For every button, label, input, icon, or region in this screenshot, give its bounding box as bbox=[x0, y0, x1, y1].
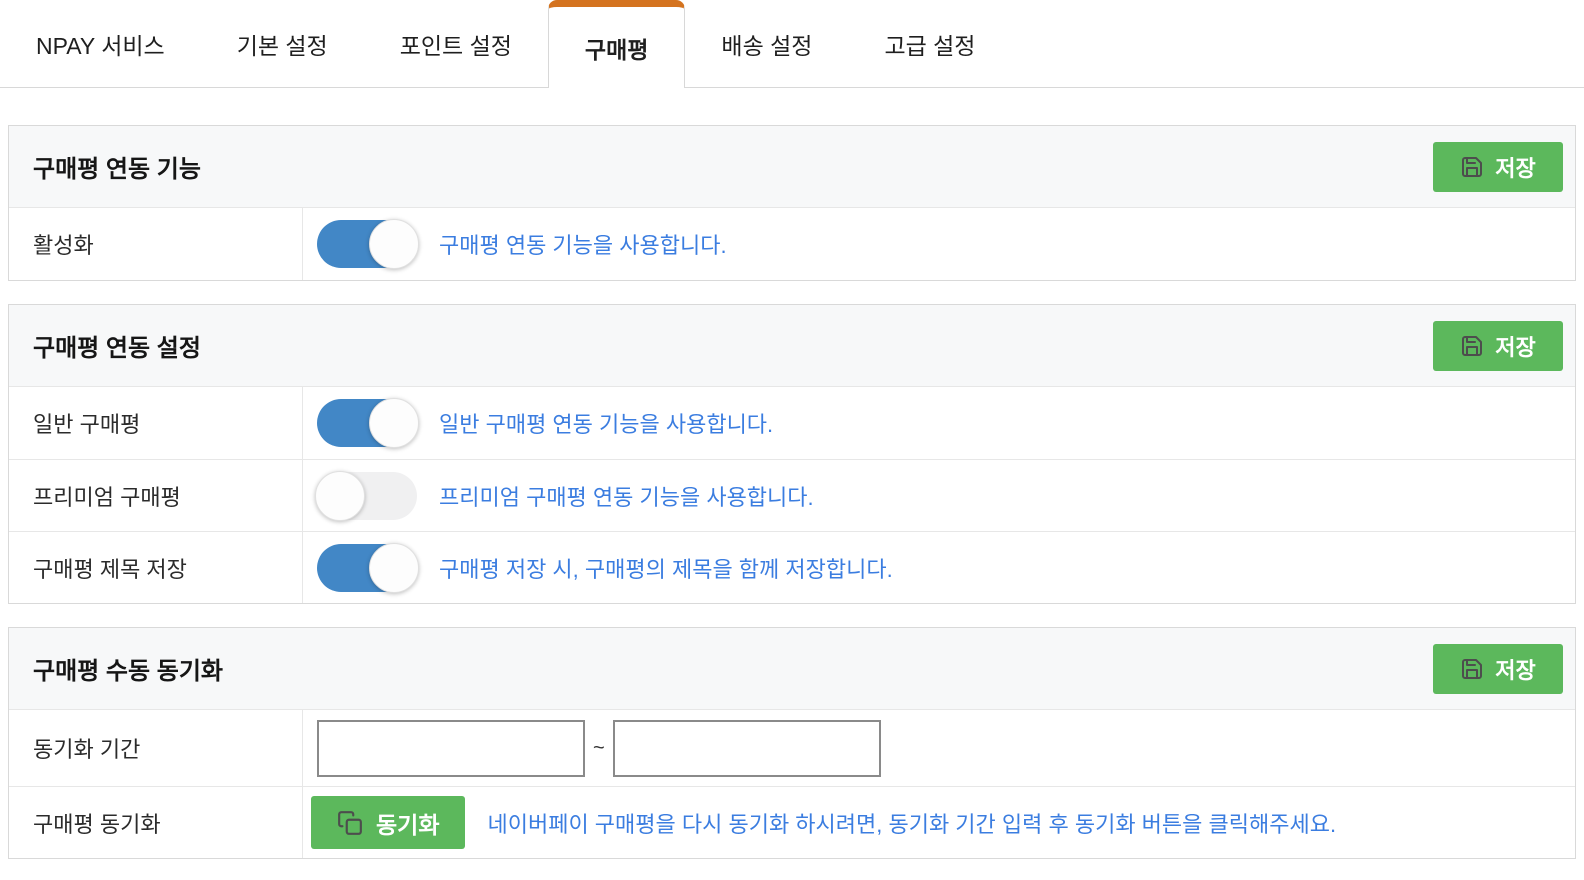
section-review-sync-settings: 구매평 연동 설정 저장 일반 구매평 일반 구매평 연동 기능을 사용합니다. bbox=[8, 304, 1576, 604]
setting-row-review-sync: 구매평 동기화 동기화 네이버페이 구매평을 다시 동기화 하시려면, 동기화 … bbox=[9, 786, 1575, 858]
setting-row-premium-review: 프리미엄 구매평 프리미엄 구매평 연동 기능을 사용합니다. bbox=[9, 459, 1575, 531]
settings-content: 구매평 연동 기능 저장 활성화 구매평 연동 기능을 사용합니다. 구매평 연… bbox=[8, 125, 1576, 859]
section-title: 구매평 연동 설정 bbox=[33, 335, 201, 362]
floppy-disk-icon bbox=[1460, 155, 1484, 179]
premium-review-toggle[interactable] bbox=[315, 470, 417, 521]
toggle-knob bbox=[369, 219, 419, 269]
settings-tab-bar: NPAY 서비스 기본 설정 포인트 설정 구매평 배송 설정 고급 설정 bbox=[0, 0, 1584, 88]
tab-point-settings[interactable]: 포인트 설정 bbox=[364, 0, 548, 87]
setting-description: 구매평 연동 기능을 사용합니다. bbox=[439, 233, 727, 258]
setting-description: 프리미엄 구매평 연동 기능을 사용합니다. bbox=[439, 484, 814, 510]
row-content: 구매평 연동 기능을 사용합니다. bbox=[303, 208, 1575, 280]
range-separator: ~ bbox=[593, 736, 605, 759]
sync-button[interactable]: 동기화 bbox=[311, 796, 466, 849]
review-title-save-toggle[interactable] bbox=[317, 542, 419, 593]
row-content: 동기화 네이버페이 구매평을 다시 동기화 하시려면, 동기화 기간 입력 후 … bbox=[303, 787, 1575, 858]
row-content: 구매평 저장 시, 구매평의 제목을 함께 저장합니다. bbox=[303, 532, 1575, 603]
section-header: 구매평 연동 설정 저장 bbox=[9, 305, 1575, 387]
tab-basic-settings[interactable]: 기본 설정 bbox=[201, 0, 364, 87]
setting-row-activation: 활성화 구매평 연동 기능을 사용합니다. bbox=[9, 208, 1575, 280]
section-review-sync-feature: 구매평 연동 기능 저장 활성화 구매평 연동 기능을 사용합니다. bbox=[8, 125, 1576, 281]
save-button-label: 저장 bbox=[1495, 155, 1536, 181]
row-label: 활성화 bbox=[9, 208, 303, 280]
setting-row-sync-period: 동기화 기간 ~ bbox=[9, 710, 1575, 786]
row-content: ~ bbox=[303, 710, 1575, 786]
row-content: 일반 구매평 연동 기능을 사용합니다. bbox=[303, 387, 1575, 459]
setting-row-review-title-save: 구매평 제목 저장 구매평 저장 시, 구매평의 제목을 함께 저장합니다. bbox=[9, 531, 1575, 603]
copy-pages-icon bbox=[337, 810, 363, 836]
setting-description: 네이버페이 구매평을 다시 동기화 하시려면, 동기화 기간 입력 후 동기화 … bbox=[487, 811, 1337, 837]
save-button[interactable]: 저장 bbox=[1433, 643, 1563, 694]
save-button-label: 저장 bbox=[1495, 657, 1536, 683]
sync-period-start-input[interactable] bbox=[317, 719, 585, 777]
floppy-disk-icon bbox=[1460, 334, 1484, 358]
tab-advanced-settings[interactable]: 고급 설정 bbox=[848, 0, 1011, 87]
toggle-knob bbox=[369, 542, 419, 593]
setting-description: 구매평 저장 시, 구매평의 제목을 함께 저장합니다. bbox=[439, 556, 893, 582]
row-label: 일반 구매평 bbox=[9, 387, 303, 459]
general-review-toggle[interactable] bbox=[317, 398, 419, 448]
section-review-manual-sync: 구매평 수동 동기화 저장 동기화 기간 ~ 구매평 동기화 동기화 네이버페이… bbox=[8, 627, 1576, 859]
save-button-label: 저장 bbox=[1495, 334, 1536, 360]
row-label: 구매평 제목 저장 bbox=[9, 532, 303, 603]
toggle-knob bbox=[369, 398, 419, 448]
tab-shipping-settings[interactable]: 배송 설정 bbox=[685, 0, 848, 87]
floppy-disk-icon bbox=[1460, 657, 1484, 681]
save-button[interactable]: 저장 bbox=[1433, 320, 1563, 371]
section-title: 구매평 연동 기능 bbox=[33, 156, 201, 183]
tab-npay-service[interactable]: NPAY 서비스 bbox=[0, 0, 201, 87]
toggle-knob bbox=[315, 470, 365, 521]
section-header: 구매평 연동 기능 저장 bbox=[9, 126, 1575, 208]
save-button[interactable]: 저장 bbox=[1433, 141, 1563, 192]
row-content: 프리미엄 구매평 연동 기능을 사용합니다. bbox=[303, 460, 1575, 531]
setting-description: 일반 구매평 연동 기능을 사용합니다. bbox=[439, 412, 774, 437]
sync-period-end-input[interactable] bbox=[612, 719, 881, 777]
row-label: 프리미엄 구매평 bbox=[9, 460, 303, 531]
row-label: 구매평 동기화 bbox=[9, 787, 303, 858]
sync-button-label: 동기화 bbox=[376, 811, 440, 838]
activation-toggle[interactable] bbox=[317, 219, 419, 269]
row-label: 동기화 기간 bbox=[9, 710, 303, 786]
tab-purchase-reviews[interactable]: 구매평 bbox=[547, 0, 686, 88]
setting-row-general-review: 일반 구매평 일반 구매평 연동 기능을 사용합니다. bbox=[9, 387, 1575, 459]
section-header: 구매평 수동 동기화 저장 bbox=[9, 628, 1575, 710]
section-title: 구매평 수동 동기화 bbox=[33, 658, 223, 685]
